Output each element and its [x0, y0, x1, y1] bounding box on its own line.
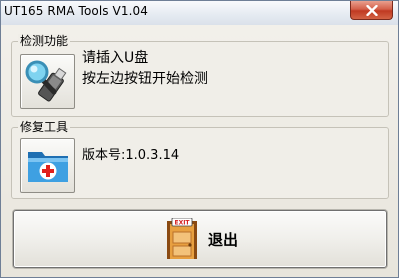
close-button[interactable] — [350, 1, 393, 20]
detect-group: 检测功能 请插入U盘 按左边按钮开始检测 — [11, 34, 389, 117]
repair-group-legend: 修复工具 — [18, 120, 71, 135]
title-bar[interactable]: UT165 RMA Tools V1.04 — [1, 1, 398, 25]
exit-door-icon: EXIT — [167, 218, 197, 259]
app-window: UT165 RMA Tools V1.04 检测功能 请插入U盘 按左边按钮开始… — [0, 0, 399, 278]
exit-button-label: 退出 — [208, 230, 239, 249]
version-text: 版本号:1.0.3.14 — [82, 148, 180, 163]
close-icon — [365, 4, 378, 16]
window-title: UT165 RMA Tools V1.04 — [4, 4, 148, 18]
exit-button-content: EXIT 退出 — [164, 218, 238, 260]
exit-button[interactable]: EXIT 退出 — [13, 210, 387, 268]
detect-instructions: 请插入U盘 按左边按钮开始检测 — [82, 48, 208, 90]
exit-sign-text: EXIT — [174, 220, 190, 227]
repair-button[interactable] — [20, 138, 75, 193]
detect-button[interactable] — [20, 54, 75, 109]
repair-group: 修复工具 版本号:1.0.3.14 — [11, 120, 389, 199]
first-aid-folder-icon — [27, 151, 68, 182]
detect-group-legend: 检测功能 — [18, 34, 71, 49]
detect-line-2: 按左边按钮开始检测 — [82, 71, 208, 87]
magnifier-usb-icon — [25, 60, 66, 101]
detect-line-1: 请插入U盘 — [82, 50, 149, 66]
